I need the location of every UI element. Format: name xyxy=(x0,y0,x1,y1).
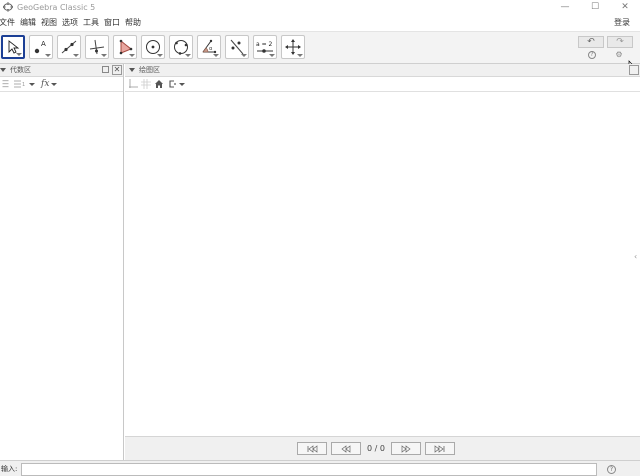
graphics-view-header: 绘图区 xyxy=(125,64,640,77)
menu-edit[interactable]: 编辑 xyxy=(20,17,36,28)
menu-tools[interactable]: 工具 xyxy=(83,17,99,28)
algebra-view-title: 代数区 xyxy=(10,66,31,74)
login-link[interactable]: 登录 xyxy=(614,17,630,28)
undock-view-icon[interactable] xyxy=(102,66,109,73)
toolbar: A α a = 2 ↶ ↷ ? ⚙ xyxy=(0,31,640,72)
point-capture-icon xyxy=(169,80,176,88)
step-forward-icon xyxy=(401,444,411,453)
chevron-down-icon xyxy=(51,82,58,86)
slider-tool-button[interactable]: a = 2 xyxy=(253,35,277,59)
tool-menu-arrow-icon xyxy=(16,53,22,56)
menu-help[interactable]: 帮助 xyxy=(125,17,141,28)
maximize-button[interactable]: ☐ xyxy=(580,0,610,14)
geogebra-logo-icon xyxy=(3,2,13,12)
circle-center-point-tool-button[interactable] xyxy=(141,35,165,59)
move-graphics-view-tool-button[interactable] xyxy=(281,35,305,59)
redo-button[interactable]: ↷ xyxy=(607,36,633,48)
skip-to-end-icon xyxy=(434,444,445,453)
menu-file[interactable]: 文件 xyxy=(0,17,15,28)
step-counter: 0 / 0 xyxy=(367,444,385,453)
skip-to-start-icon xyxy=(307,444,318,453)
standard-view-button[interactable] xyxy=(154,79,164,89)
algebra-view: 代数区 ✕ 1 fx xyxy=(0,64,124,460)
first-step-button[interactable] xyxy=(297,442,327,455)
algebra-view-header: 代数区 ✕ xyxy=(0,64,123,77)
axes-icon xyxy=(129,79,138,88)
tool-buttons: A α a = 2 xyxy=(0,35,309,59)
sort-objects-button[interactable]: 1 xyxy=(13,79,35,89)
toggle-axes-button[interactable] xyxy=(128,79,138,89)
circle-three-points-tool-button[interactable] xyxy=(169,35,193,59)
expand-side-panel-icon[interactable]: ‹ xyxy=(634,252,640,262)
chevron-down-icon xyxy=(179,82,185,86)
graphics-style-bar xyxy=(125,77,640,92)
tool-menu-arrow-icon xyxy=(185,54,191,57)
graphics-view-title: 绘图区 xyxy=(139,66,160,74)
tool-menu-arrow-icon xyxy=(213,54,219,57)
menu-bar: 文件 编辑 视图 选项 工具 窗口 帮助 登录 xyxy=(0,14,640,31)
line-tool-button[interactable] xyxy=(57,35,81,59)
point-capturing-button[interactable] xyxy=(167,79,185,89)
command-input[interactable] xyxy=(21,463,597,476)
perpendicular-line-tool-button[interactable] xyxy=(85,35,109,59)
grid-icon xyxy=(141,79,151,89)
next-step-button[interactable] xyxy=(390,442,421,455)
home-icon xyxy=(155,80,163,88)
tool-menu-arrow-icon xyxy=(269,54,275,57)
construction-navigation-bar: 0 / 0 xyxy=(125,436,640,460)
auxiliary-objects-toggle[interactable] xyxy=(2,79,11,89)
svg-text:α: α xyxy=(209,46,213,52)
window-controls: — ☐ ✕ xyxy=(550,0,640,14)
help-icon[interactable]: ? xyxy=(588,51,596,59)
toggle-grid-button[interactable] xyxy=(141,79,151,89)
auxiliary-objects-icon xyxy=(2,80,9,88)
menu-view[interactable]: 视图 xyxy=(41,17,57,28)
undo-button[interactable]: ↶ xyxy=(578,36,604,48)
tool-menu-arrow-icon xyxy=(101,54,107,57)
description-mode-button[interactable]: fx xyxy=(41,79,58,89)
move-tool-button[interactable] xyxy=(1,35,25,59)
angle-tool-button[interactable]: α xyxy=(197,35,221,59)
redo-icon: ↷ xyxy=(616,37,624,47)
tool-menu-arrow-icon xyxy=(297,54,303,57)
tool-menu-arrow-icon xyxy=(45,54,51,57)
svg-text:1: 1 xyxy=(22,82,25,88)
close-view-button[interactable]: ✕ xyxy=(112,65,122,75)
last-step-button[interactable] xyxy=(424,442,455,455)
graphics-view[interactable]: 绘图区 ‹ 0 / 0 xyxy=(125,64,640,460)
step-back-icon xyxy=(341,444,351,453)
reflect-tool-button[interactable] xyxy=(225,35,249,59)
point-tool-button[interactable]: A xyxy=(29,35,53,59)
close-window-button[interactable]: ✕ xyxy=(610,0,640,14)
menu-options[interactable]: 选项 xyxy=(62,17,78,28)
tool-menu-arrow-icon xyxy=(241,54,247,57)
undo-icon: ↶ xyxy=(587,37,595,47)
gear-icon[interactable]: ⚙ xyxy=(615,51,623,59)
menu-window[interactable]: 窗口 xyxy=(104,17,120,28)
chevron-down-icon xyxy=(29,82,35,86)
collapse-panel-icon[interactable] xyxy=(0,68,6,72)
slider-label: a = 2 xyxy=(256,41,273,48)
svg-text:A: A xyxy=(41,40,46,48)
polygon-tool-button[interactable] xyxy=(113,35,137,59)
tool-menu-arrow-icon xyxy=(157,54,163,57)
algebra-style-bar: 1 fx xyxy=(0,77,123,92)
title-bar: GeoGebra Classic 5 — ☐ ✕ xyxy=(0,0,640,14)
minimize-button[interactable]: — xyxy=(550,0,580,14)
input-bar: 输入: ? xyxy=(0,460,640,476)
tool-menu-arrow-icon xyxy=(73,54,79,57)
fx-icon: fx xyxy=(41,79,50,89)
tool-menu-arrow-icon xyxy=(129,54,135,57)
input-label: 输入: xyxy=(1,464,18,473)
navigation-controls: 0 / 0 xyxy=(297,442,459,455)
input-help-icon[interactable]: ? xyxy=(607,465,616,474)
previous-step-button[interactable] xyxy=(331,442,361,455)
window-title: GeoGebra Classic 5 xyxy=(17,2,96,12)
sort-icon: 1 xyxy=(14,80,25,88)
undo-redo-group: ↶ ↷ xyxy=(578,36,636,48)
maximize-view-button[interactable] xyxy=(629,65,639,75)
collapse-panel-icon[interactable] xyxy=(129,68,135,72)
